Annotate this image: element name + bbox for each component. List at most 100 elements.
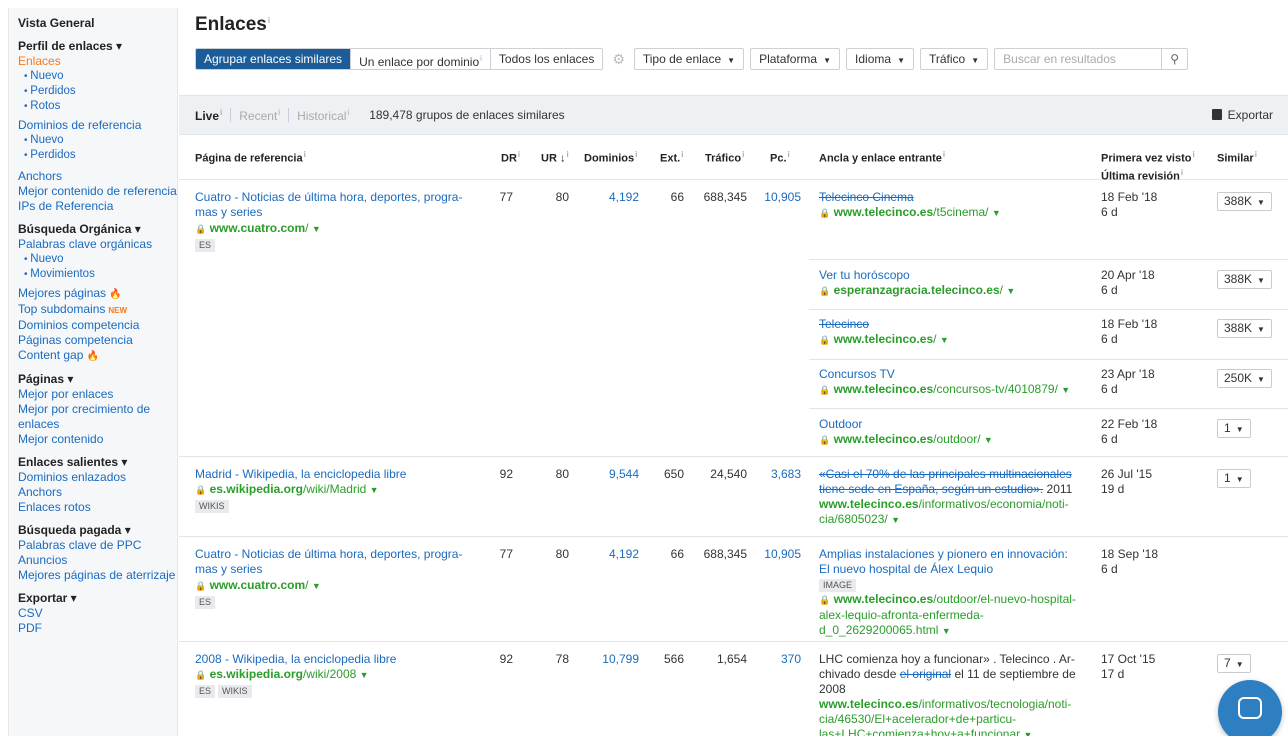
similar-dropdown[interactable]: 1 ▼ (1217, 469, 1251, 488)
anchor-url[interactable]: 🔒 www.telecinco.es/outdoor/el-nuevo-hosp… (819, 592, 1081, 639)
col-ext[interactable]: Ext.i (660, 148, 683, 166)
similar-dropdown[interactable]: 388K ▼ (1217, 319, 1272, 338)
sidebar-item-linked-domains[interactable]: Dominios enlazados (18, 470, 177, 485)
one-per-domain-button[interactable]: Un enlace por dominioi (351, 49, 491, 69)
chat-button[interactable] (1218, 680, 1282, 736)
col-dr[interactable]: DRi (501, 148, 520, 166)
sidebar-section-pages[interactable]: Páginas ▾ (18, 372, 177, 387)
ref-page-title[interactable]: 2008 - Wikipedia, la enciclopedia libre (195, 652, 485, 667)
sidebar-item-links[interactable]: Enlaces (18, 54, 177, 69)
ref-page-title[interactable]: Madrid - Wikipedia, la enciclopedia libr… (195, 467, 485, 482)
sidebar-item-links-broken[interactable]: Rotos (18, 99, 177, 114)
sidebar-item-best-by-links[interactable]: Mejor por enlaces (18, 387, 177, 402)
anchor-text[interactable]: Outdoor (819, 417, 1081, 432)
sidebar-overview[interactable]: Vista General (18, 16, 177, 31)
language-dropdown[interactable]: Idioma ▼ (846, 48, 914, 70)
sidebar-item-broken-links[interactable]: Enlaces rotos (18, 500, 177, 515)
group-similar-button[interactable]: Agrupar enlaces similares (196, 49, 352, 69)
anchor-url[interactable]: 🔒 www.telecinco.es/ ▼ (819, 332, 1081, 348)
ref-page-title[interactable]: Cuatro - Noticias de última hora, deport… (195, 547, 485, 577)
sidebar-section-backlink-profile[interactable]: Perfil de enlaces ▾ (18, 39, 177, 54)
sidebar-item-organic-keywords[interactable]: Palabras clave orgánicas (18, 237, 177, 252)
ref-page-url[interactable]: 🔒 es.wikipedia.org/wiki/2008 ▼ (195, 667, 369, 683)
anchor-url[interactable]: 🔒 esperanzagracia.telecinco.es/ ▼ (819, 283, 1081, 299)
all-links-button[interactable]: Todos los enlaces (490, 49, 603, 69)
cell-kw[interactable]: 10,905 (754, 547, 801, 562)
sidebar-item-best-content[interactable]: Mejor contenido (18, 432, 177, 447)
sidebar-item-best-landing[interactable]: Mejores páginas de aterrizaje (18, 568, 177, 583)
ref-page-url[interactable]: 🔒 www.cuatro.com/ ▼ (195, 578, 321, 594)
anchor-text[interactable]: Ver tu horóscopo (819, 268, 1081, 283)
traffic-dropdown[interactable]: Tráfico ▼ (919, 48, 989, 70)
sidebar-section-export[interactable]: Exportar ▾ (18, 591, 177, 606)
ref-page-title[interactable]: Cuatro - Noticias de última hora, deport… (195, 190, 485, 220)
anchor-text[interactable]: Telecinco Cinema (819, 190, 1081, 205)
mode-recent[interactable]: Recenti (239, 108, 280, 123)
col-domains[interactable]: Dominiosi (584, 148, 637, 166)
sidebar-item-csv[interactable]: CSV (18, 606, 177, 621)
sidebar-item-ref-domains[interactable]: Dominios de referencia (18, 118, 177, 133)
sidebar-item-pdf[interactable]: PDF (18, 621, 177, 636)
sidebar-item-ref-new[interactable]: Nuevo (18, 133, 177, 148)
col-anchor[interactable]: Ancla y enlace entrantei (819, 148, 945, 166)
sidebar-item-links-lost[interactable]: Perdidos (18, 84, 177, 99)
col-ref-page[interactable]: Página de referenciai (195, 148, 306, 166)
search-input[interactable] (995, 49, 1162, 69)
similar-dropdown[interactable]: 388K ▼ (1217, 270, 1272, 289)
similar-dropdown[interactable]: 388K ▼ (1217, 192, 1272, 211)
cell-kw[interactable]: 3,683 (754, 467, 801, 482)
export-button[interactable]: Exportar (1211, 108, 1273, 122)
platform-dropdown[interactable]: Plataforma ▼ (750, 48, 841, 70)
anchor-url[interactable]: 🔒 www.telecinco.es/concursos-tv/4010879/… (819, 382, 1081, 398)
sidebar-item-best-content-ref[interactable]: Mejor contenido de referencia (18, 184, 177, 199)
mode-historical[interactable]: Historicali (297, 108, 349, 123)
col-ur[interactable]: UR ↓i (541, 148, 569, 166)
link-type-dropdown[interactable]: Tipo de enlace ▼ (633, 48, 745, 70)
sidebar-item-org-new[interactable]: Nuevo (18, 252, 177, 267)
col-kw[interactable]: Pc.i (770, 148, 790, 166)
anchor-url[interactable]: 🔒 www.telecinco.es/t5cinema/ ▼ (819, 205, 1081, 221)
info-icon[interactable]: i (268, 16, 270, 25)
sidebar-item-ref-ips[interactable]: IPs de Referencia (18, 199, 177, 214)
sidebar-item-org-moves[interactable]: Movimientos (18, 267, 177, 282)
col-similar[interactable]: Similari (1217, 148, 1257, 166)
cell-kw[interactable]: 10,905 (754, 190, 801, 205)
anchor-link[interactable]: el original (900, 667, 951, 681)
sidebar-item-top-pages[interactable]: Mejores páginas 🔥 (18, 286, 177, 302)
sidebar-item-competing-domains[interactable]: Dominios competencia (18, 318, 177, 333)
col-first-seen[interactable]: Primera vez vistoi Última revisióni (1101, 148, 1195, 183)
cell-domains[interactable]: 4,192 (589, 190, 639, 205)
gear-icon[interactable]: ⚙ (612, 51, 625, 68)
col-traffic[interactable]: Tráficoi (705, 148, 744, 166)
sidebar-item-ads[interactable]: Anuncios (18, 553, 177, 568)
similar-dropdown[interactable]: 250K ▼ (1217, 369, 1272, 388)
mode-live[interactable]: Livei (195, 108, 222, 123)
sidebar-item-best-by-growth[interactable]: Mejor por crecimiento de enlaces (18, 402, 177, 432)
sidebar-item-ppc-keywords[interactable]: Palabras clave de PPC (18, 538, 177, 553)
sidebar-section-paid[interactable]: Búsqueda pagada ▾ (18, 523, 177, 538)
sidebar-item-anchors[interactable]: Anchors (18, 169, 177, 184)
anchor-text[interactable]: Concursos TV (819, 367, 1081, 382)
cell-kw[interactable]: 370 (754, 652, 801, 667)
anchor-url[interactable]: www.telecinco.es/informativos/economia/n… (819, 497, 1081, 528)
ref-page-url[interactable]: 🔒 es.wikipedia.org/wiki/Madrid ▼ (195, 482, 379, 498)
sidebar-item-content-gap[interactable]: Content gap 🔥 (18, 348, 177, 364)
anchor-text[interactable]: Amplias instalaciones y pionero en innov… (819, 547, 1081, 577)
sidebar-item-out-anchors[interactable]: Anchors (18, 485, 177, 500)
sidebar-section-organic[interactable]: Búsqueda Orgánica ▾ (18, 222, 177, 237)
anchor-url[interactable]: 🔒 www.telecinco.es/outdoor/ ▼ (819, 432, 1081, 448)
similar-dropdown[interactable]: 7 ▼ (1217, 654, 1251, 673)
ref-page-url[interactable]: 🔒 www.cuatro.com/ ▼ (195, 221, 321, 237)
cell-domains[interactable]: 4,192 (589, 547, 639, 562)
sidebar-item-ref-lost[interactable]: Perdidos (18, 148, 177, 163)
anchor-text[interactable]: Telecinco (819, 317, 1081, 332)
search-icon[interactable]: ⚲ (1161, 49, 1187, 69)
anchor-text[interactable]: «Casi el 70% de las principales multinac… (819, 467, 1072, 496)
similar-dropdown[interactable]: 1 ▼ (1217, 419, 1251, 438)
cell-domains[interactable]: 10,799 (589, 652, 639, 667)
sidebar-item-links-new[interactable]: Nuevo (18, 69, 177, 84)
anchor-url[interactable]: www.telecinco.es/informativos/tecnologia… (819, 697, 1081, 736)
sidebar-item-top-subdomains[interactable]: Top subdomains NEW (18, 302, 177, 318)
sidebar-section-outgoing[interactable]: Enlaces salientes ▾ (18, 455, 177, 470)
cell-domains[interactable]: 9,544 (589, 467, 639, 482)
